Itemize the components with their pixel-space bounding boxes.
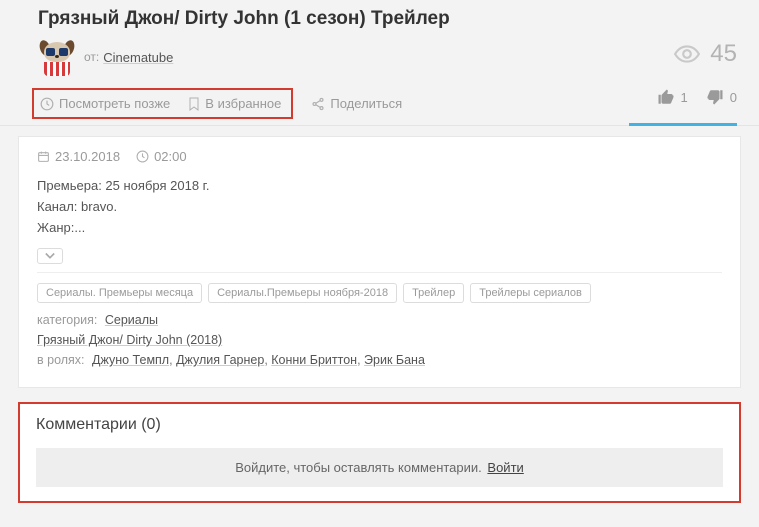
like-count: 1 (681, 90, 688, 105)
category-label: категория: (37, 313, 97, 327)
share-label: Поделиться (330, 96, 402, 111)
watch-later-button[interactable]: Посмотреть позже (40, 96, 170, 111)
highlighted-actions-group: Посмотреть позже В избранное (32, 88, 293, 119)
from-label: от: (84, 50, 99, 64)
dislike-button[interactable]: 0 (706, 88, 737, 106)
favorite-label: В избранное (205, 96, 281, 111)
video-info-card: 23.10.2018 02:00 Премьера: 25 ноября 201… (18, 136, 741, 388)
thumb-down-icon (706, 88, 724, 106)
clock-icon (136, 150, 149, 163)
watch-later-label: Посмотреть позже (59, 96, 170, 111)
duration-value: 02:00 (154, 149, 187, 164)
like-button[interactable]: 1 (657, 88, 688, 106)
clock-icon (40, 97, 54, 111)
description: Премьера: 25 ноября 2018 г. Канал: bravo… (37, 176, 722, 238)
expand-description-button[interactable] (37, 248, 63, 264)
cast-link[interactable]: Джулия Гарнер (176, 353, 264, 367)
calendar-icon (37, 150, 50, 163)
publish-date: 23.10.2018 (37, 149, 120, 164)
desc-line: Канал: bravo. (37, 197, 722, 218)
bookmark-icon (188, 97, 200, 111)
views-count: 45 (710, 40, 737, 68)
share-icon (311, 97, 325, 111)
login-prompt-text: Войдите, чтобы оставлять комментарии. (235, 460, 482, 475)
cast-link[interactable]: Конни Бриттон (271, 353, 357, 367)
tag[interactable]: Трейлер (403, 283, 464, 303)
tag[interactable]: Трейлеры сериалов (470, 283, 591, 303)
cast-link[interactable]: Эрик Бана (364, 353, 425, 367)
cast-link[interactable]: Джуно Темпл (92, 353, 169, 367)
share-button[interactable]: Поделиться (311, 96, 402, 111)
author-avatar[interactable] (38, 38, 76, 76)
like-ratio-bar (629, 123, 737, 126)
page-title: Грязный Джон/ Dirty John (1 сезон) Трейл… (38, 8, 741, 30)
login-prompt-bar: Войдите, чтобы оставлять комментарии. Во… (36, 448, 723, 487)
tag[interactable]: Сериалы. Премьеры месяца (37, 283, 202, 303)
dislike-count: 0 (730, 90, 737, 105)
tag[interactable]: Сериалы.Премьеры ноября-2018 (208, 283, 397, 303)
desc-line: Жанр:... (37, 218, 722, 239)
series-title-link[interactable]: Грязный Джон/ Dirty John (2018) (37, 333, 222, 347)
comments-section: Комментарии (0) Войдите, чтобы оставлять… (18, 402, 741, 503)
comments-title: Комментарии (0) (36, 416, 723, 434)
views-icon (674, 45, 700, 63)
publish-date-value: 23.10.2018 (55, 149, 120, 164)
thumb-up-icon (657, 88, 675, 106)
chevron-down-icon (45, 252, 55, 260)
tag-list: Сериалы. Премьеры месяца Сериалы.Премьер… (37, 283, 722, 303)
favorite-button[interactable]: В избранное (188, 96, 281, 111)
duration: 02:00 (136, 149, 187, 164)
author-link[interactable]: Cinematube (103, 50, 173, 65)
login-link[interactable]: Войти (487, 460, 523, 475)
desc-line: Премьера: 25 ноября 2018 г. (37, 176, 722, 197)
cast-label: в ролях: (37, 353, 85, 367)
category-link[interactable]: Сериалы (105, 313, 158, 327)
